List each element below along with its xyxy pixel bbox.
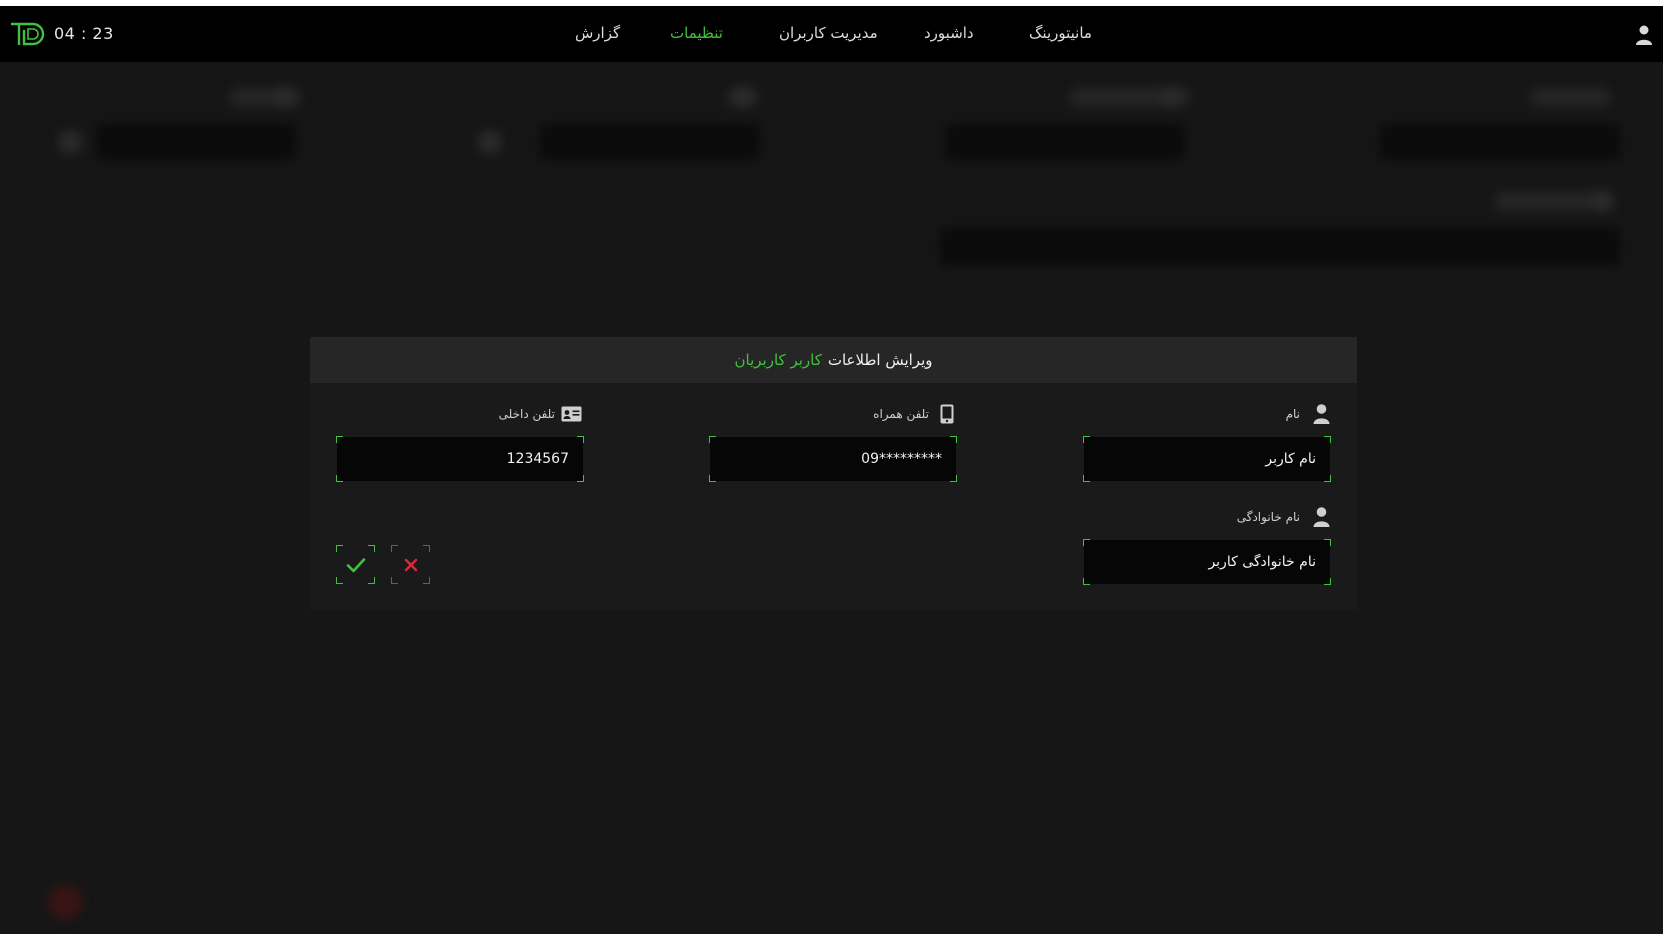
first-name-field[interactable]	[1083, 436, 1331, 482]
blurred-background	[0, 62, 1663, 292]
mobile-phone-icon	[940, 404, 954, 424]
first-name-input[interactable]	[1084, 437, 1330, 481]
confirm-button[interactable]	[336, 545, 375, 584]
close-icon	[404, 558, 417, 571]
last-name-label: نام خانوادگی	[1236, 510, 1300, 524]
extension-label: تلفن داخلی	[498, 407, 555, 421]
td-logo	[11, 22, 45, 46]
extension-field[interactable]	[336, 436, 584, 482]
last-name-input[interactable]	[1084, 540, 1330, 584]
nav-report[interactable]: گزارش	[575, 24, 620, 42]
user-icon	[1313, 507, 1330, 527]
mobile-field[interactable]	[709, 436, 957, 482]
first-name-label: نام	[1285, 407, 1300, 421]
cancel-button[interactable]	[391, 545, 430, 584]
nav-dashboard[interactable]: داشبورد	[924, 24, 974, 42]
blurred-background-badge	[48, 885, 82, 919]
modal-title: ویرایش اطلاعات	[827, 351, 933, 369]
extension-input[interactable]	[337, 437, 583, 481]
nav-monitoring[interactable]: مانیتورینگ	[1029, 24, 1092, 42]
modal-header: ویرایش اطلاعات کاربر کاربریان	[310, 337, 1357, 383]
nav-user-management[interactable]: مدیریت کاربران	[779, 24, 878, 42]
modal-title-user: کاربر کاربریان	[734, 351, 822, 369]
edit-user-modal: ویرایش اطلاعات کاربر کاربریان نام تلفن ه…	[310, 337, 1357, 610]
mobile-input[interactable]	[710, 437, 956, 481]
checkmark-icon	[346, 557, 365, 572]
clock: 04 : 23	[54, 24, 114, 43]
last-name-field[interactable]	[1083, 539, 1331, 585]
user-icon[interactable]	[1635, 24, 1653, 46]
user-icon	[1313, 404, 1330, 424]
id-card-icon	[561, 406, 582, 422]
mobile-label: تلفن همراه	[873, 407, 929, 421]
nav-settings[interactable]: تنظیمات	[670, 24, 723, 42]
top-navbar: 04 : 23 مانیتورینگ داشبورد مدیریت کاربرا…	[0, 6, 1663, 62]
